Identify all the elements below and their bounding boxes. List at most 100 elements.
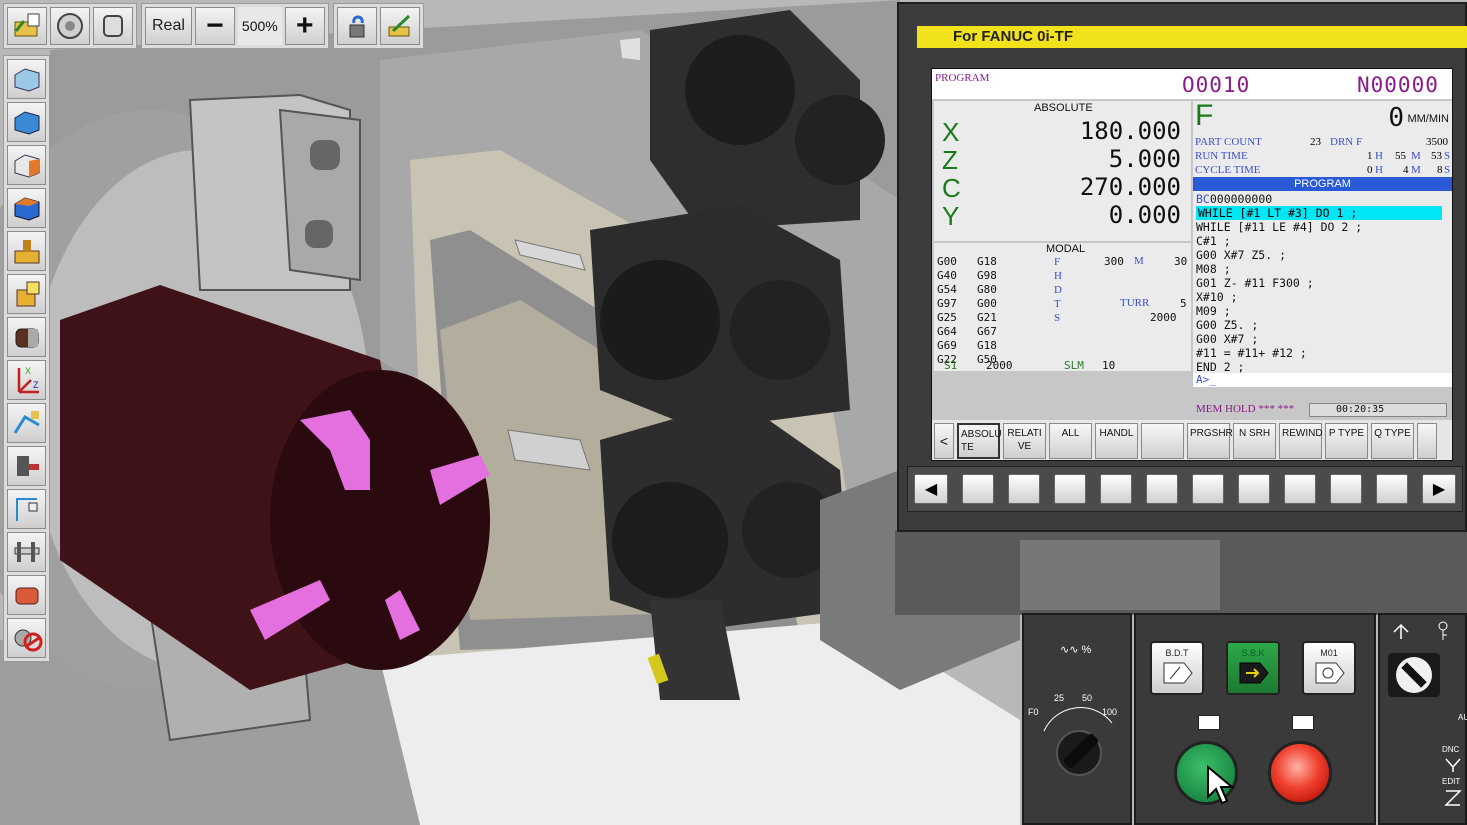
block-delete-button[interactable]: B.D.T [1150, 641, 1204, 695]
feed-value: 0 [1388, 103, 1404, 133]
softkey-handle[interactable]: HANDL [1095, 423, 1138, 459]
modal-letter: S [1054, 312, 1061, 324]
cylinder-view-button[interactable] [93, 7, 133, 45]
tool-view-button[interactable] [7, 446, 46, 486]
input-buffer[interactable]: A>_ [1193, 373, 1452, 387]
softkey-q-type[interactable]: Q TYPE [1371, 423, 1414, 459]
gear-icon [57, 13, 83, 39]
block-prefix-value: 000000000 [1209, 192, 1273, 206]
page-left-button[interactable]: ◀ [914, 474, 948, 504]
axis-row-c: C 270.000 [942, 173, 1187, 203]
tool-icon [16, 456, 39, 476]
minutes-unit: M [1411, 164, 1421, 176]
tool-toolbar-group [332, 3, 424, 49]
axis-row-x: X 180.000 [942, 117, 1187, 147]
modal-letter: D [1054, 284, 1062, 296]
view-front-button[interactable] [7, 102, 46, 142]
view-side-button[interactable] [7, 145, 46, 185]
function-key[interactable] [1284, 474, 1316, 504]
page-right-button[interactable]: ▶ [1422, 474, 1456, 504]
bdt-label: B.D.T [1165, 648, 1189, 658]
part-view-button[interactable] [7, 575, 46, 615]
measure-view-button[interactable] [7, 489, 46, 529]
axis-name: C [942, 173, 961, 203]
function-key[interactable] [1192, 474, 1224, 504]
program-line: G00 Z5. ; [1196, 318, 1259, 332]
feed-override-dial[interactable] [1034, 703, 1124, 783]
part-count-value: 23 [1310, 136, 1321, 148]
modal-f-value: 300 [1104, 255, 1124, 268]
program-label: PROGRAM [935, 72, 990, 84]
minutes-unit: M [1411, 150, 1421, 162]
workpiece-view-button[interactable] [7, 274, 46, 314]
collision-off-button[interactable] [7, 618, 46, 658]
softkey-absolute[interactable]: ABSOLU TE [957, 423, 1002, 459]
function-key[interactable] [1330, 474, 1362, 504]
drn-label: DRN F [1330, 136, 1363, 148]
run-time-label: RUN TIME [1195, 150, 1248, 162]
function-key-row: ◀ ▶ [907, 466, 1463, 512]
axes-view-button[interactable]: XZ [7, 360, 46, 400]
fanuc-cnc-panel: For FANUC 0i-TF PROGRAM O0010 N00000 ABS… [897, 2, 1467, 532]
softkey-n-search[interactable]: N SRH [1233, 423, 1276, 459]
softkey-blank[interactable] [1141, 423, 1184, 459]
tool-path-button[interactable] [379, 7, 420, 45]
axis-row-y: Y 0.000 [942, 201, 1187, 231]
tool-change-button[interactable] [336, 7, 377, 45]
feed-hold-button[interactable] [1268, 741, 1332, 805]
program-listing-title: PROGRAM [1193, 177, 1452, 191]
softkey-rewind[interactable]: REWIND [1279, 423, 1323, 459]
top-toolbar: Real − 500% + [0, 0, 427, 52]
m01-label: M01 [1320, 648, 1338, 658]
modal-letter: T [1054, 298, 1061, 310]
function-key[interactable] [1100, 474, 1132, 504]
load-file-button[interactable] [7, 7, 47, 45]
function-key[interactable] [1146, 474, 1178, 504]
cycle-time-seconds: 8 [1437, 164, 1443, 176]
block-prefix: BC [1196, 192, 1210, 206]
softkey-next[interactable] [1417, 423, 1437, 459]
single-block-icon [1239, 662, 1269, 684]
chuck-view-button[interactable] [50, 7, 90, 45]
function-key[interactable] [1376, 474, 1408, 504]
function-key[interactable] [1054, 474, 1086, 504]
part-icon [15, 587, 38, 605]
mode-selector-knob[interactable] [1388, 653, 1440, 697]
optional-stop-button[interactable]: M01 [1302, 641, 1356, 695]
block-delete-icon [1163, 662, 1193, 684]
function-key[interactable] [1238, 474, 1270, 504]
toolpath-view-button[interactable] [7, 403, 46, 443]
function-key[interactable] [1008, 474, 1040, 504]
view-iso-button[interactable] [7, 59, 46, 99]
status-mode: MEM HOLD *** *** [1196, 403, 1294, 415]
gcode: G98 [977, 269, 997, 282]
single-block-button[interactable]: S.B.K [1226, 641, 1280, 695]
modal-m-label: M [1134, 255, 1144, 267]
machine-view-button[interactable] [7, 231, 46, 271]
zoom-real-button[interactable]: Real [145, 7, 192, 45]
axis-value: 0.000 [1108, 201, 1181, 229]
softkey-relative[interactable]: RELATI VE [1003, 423, 1046, 459]
zoom-out-button[interactable]: − [194, 7, 235, 45]
softkey-p-type[interactable]: P TYPE [1325, 423, 1368, 459]
program-lines[interactable]: BC000000000 WHILE [#1 LT #3] DO 1 ; WHIL… [1193, 191, 1452, 375]
cube-solid-icon [14, 197, 39, 221]
function-key[interactable] [962, 474, 994, 504]
gcode: G21 [977, 311, 997, 324]
cylinder-icon [103, 15, 123, 37]
caliper-button[interactable] [7, 532, 46, 572]
axis-value: 180.000 [1079, 117, 1181, 145]
view-top-button[interactable] [7, 188, 46, 228]
modal-letters: F H D T S [1054, 255, 1062, 325]
zoom-in-button[interactable]: + [284, 7, 325, 45]
stock-view-button[interactable] [7, 317, 46, 357]
softkey-back[interactable]: < [934, 423, 954, 459]
program-line: G00 X#7 Z5. ; [1196, 248, 1287, 262]
softkey-prgshr[interactable]: PRGSHR [1187, 423, 1233, 459]
program-header: PROGRAM O0010 N00000 [932, 69, 1452, 99]
axis-row-z: Z 5.000 [942, 145, 1187, 175]
dial-label: 25 [1054, 693, 1065, 703]
softkey-all[interactable]: ALL [1049, 423, 1092, 459]
gcode: G64 [937, 325, 957, 338]
program-line: X#10 ; [1196, 290, 1238, 304]
